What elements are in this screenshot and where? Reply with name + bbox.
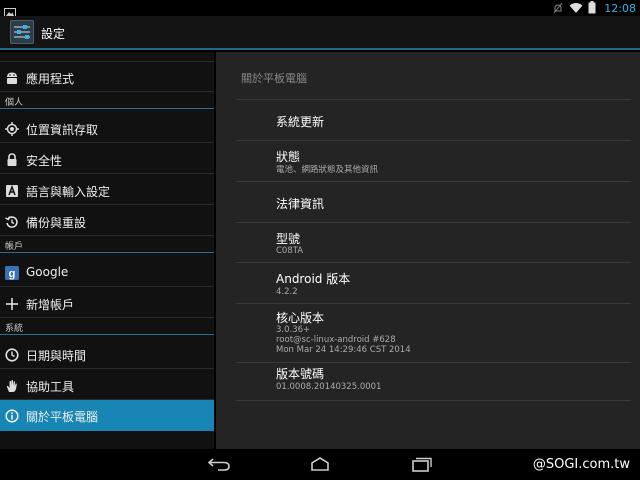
sidebar-item-apps[interactable]: 應用程式 — [0, 62, 214, 92]
status-bar: 12:08 — [0, 0, 640, 18]
status-time: 12:08 — [604, 1, 636, 15]
pref-title: 版本號碼 — [276, 367, 325, 381]
keyboard-a-icon — [5, 183, 19, 197]
sidebar-item-label: 應用程式 — [26, 72, 75, 86]
pref-android-version[interactable]: Android 版本 4.2.2 — [236, 263, 631, 304]
back-icon[interactable] — [205, 455, 233, 473]
recents-icon[interactable] — [408, 455, 436, 473]
plus-icon — [5, 296, 19, 310]
sidebar-item-partial[interactable] — [0, 52, 214, 62]
sidebar-item-language[interactable]: 語言與輸入設定 — [0, 175, 214, 205]
pref-summary-line-3: Mon Mar 24 14:29:46 CST 2014 — [276, 345, 411, 355]
pref-build-number[interactable]: 版本號碼 01.0008.20140325.0001 — [236, 363, 631, 401]
pref-title: Android 版本 — [276, 272, 351, 286]
sidebar-item-label: 新增帳戶 — [26, 298, 75, 312]
pref-summary: 4.2.2 — [276, 287, 298, 297]
home-icon[interactable] — [306, 455, 334, 473]
wifi-icon — [569, 0, 583, 18]
pref-status[interactable]: 狀態 電池、網路狀態及其他資訊 — [236, 141, 631, 182]
sidebar-item-about[interactable]: 關於平板電腦 — [0, 400, 214, 431]
settings-sliders-icon[interactable] — [9, 19, 35, 45]
sidebar-item-google[interactable]: g Google — [0, 257, 214, 287]
hand-icon — [5, 378, 19, 392]
action-bar-title: 設定 — [41, 27, 66, 41]
sidebar-header-label: 帳戶 — [5, 242, 24, 252]
about-tablet-pane: 關於平板電腦 系統更新 狀態 電池、網路狀態及其他資訊 法律資訊 型號 C08T… — [216, 52, 640, 449]
sidebar-item-label: 安全性 — [26, 154, 63, 168]
location-target-icon — [5, 121, 19, 136]
sidebar-header-label: 系統 — [5, 324, 24, 334]
pref-kernel-version[interactable]: 核心版本 3.0.36+ root@sc-linux-android #628 … — [236, 304, 631, 363]
pref-title: 狀態 — [276, 150, 301, 164]
pref-model[interactable]: 型號 C08TA — [236, 223, 631, 263]
system-nav-bar: @SOGI.com.tw — [0, 449, 640, 480]
pref-summary-line-1: 3.0.36+ — [276, 325, 311, 335]
pref-title: 型號 — [276, 232, 301, 246]
sidebar-header-label: 個人 — [5, 98, 24, 108]
notifications-off-icon — [552, 0, 564, 18]
sidebar-item-label: 位置資訊存取 — [26, 123, 99, 137]
pref-summary: C08TA — [276, 246, 304, 256]
settings-sidebar: 應用程式 個人 位置資訊存取 安全性 語言與輸入設定 備份與重設 帳戶 g Go… — [0, 52, 214, 449]
sidebar-item-backup[interactable]: 備份與重設 — [0, 206, 214, 236]
status-icons: 12:08 — [552, 0, 636, 16]
sidebar-item-label: 備份與重設 — [26, 216, 87, 230]
pref-legal[interactable]: 法律資訊 — [236, 182, 631, 223]
pref-summary: 01.0008.20140325.0001 — [276, 382, 382, 392]
watermark: @SOGI.com.tw — [532, 457, 630, 472]
sidebar-item-accessibility[interactable]: 協助工具 — [0, 370, 214, 400]
action-bar: 設定 — [0, 16, 640, 50]
pref-summary-line-2: root@sc-linux-android #628 — [276, 335, 396, 345]
pref-title: 核心版本 — [276, 311, 325, 325]
sidebar-item-label: 語言與輸入設定 — [26, 185, 111, 199]
pane-title: 關於平板電腦 — [241, 72, 307, 85]
clock-icon — [5, 347, 19, 362]
sidebar-header-accounts: 帳戶 — [0, 237, 214, 253]
android-icon — [5, 70, 19, 84]
sidebar-item-add-account[interactable]: 新增帳戶 — [0, 288, 214, 318]
lock-icon — [5, 152, 19, 166]
sidebar-item-label: Google — [26, 265, 69, 279]
sidebar-header-system: 系統 — [0, 319, 214, 335]
sidebar-item-location[interactable]: 位置資訊存取 — [0, 113, 214, 143]
sidebar-item-label: 協助工具 — [26, 380, 75, 394]
svg-text:g: g — [9, 268, 16, 280]
pref-system-update[interactable]: 系統更新 — [236, 100, 631, 141]
battery-icon — [588, 0, 596, 18]
sidebar-item-datetime[interactable]: 日期與時間 — [0, 339, 214, 369]
google-g-icon: g — [5, 265, 19, 280]
sidebar-item-security[interactable]: 安全性 — [0, 144, 214, 174]
pref-title: 法律資訊 — [276, 197, 325, 211]
sidebar-header-personal: 個人 — [0, 93, 214, 109]
sidebar-item-label: 日期與時間 — [26, 349, 87, 363]
pref-summary: 電池、網路狀態及其他資訊 — [276, 165, 379, 175]
info-icon — [5, 408, 19, 423]
sidebar-item-label: 關於平板電腦 — [26, 410, 99, 424]
backup-restore-icon — [5, 214, 19, 228]
pref-title: 系統更新 — [276, 115, 325, 129]
